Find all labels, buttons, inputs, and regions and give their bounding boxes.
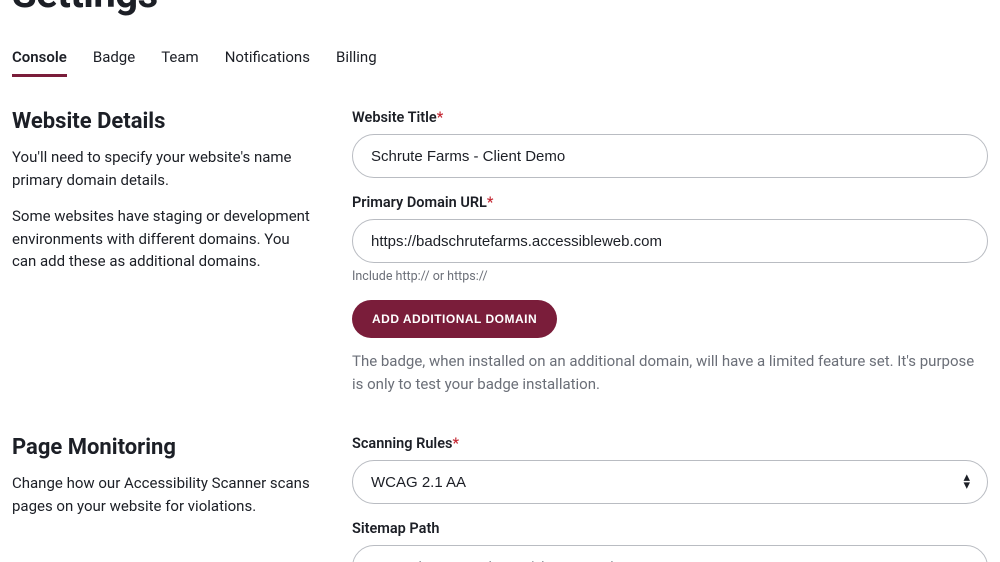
badge-install-note: The badge, when installed on an addition…	[352, 350, 988, 395]
tab-console[interactable]: Console	[12, 48, 67, 77]
tab-billing[interactable]: Billing	[336, 48, 377, 77]
required-mark: *	[487, 194, 494, 211]
scanning-rules-select[interactable]	[352, 460, 988, 504]
primary-domain-input[interactable]	[352, 219, 988, 263]
required-mark: *	[452, 435, 459, 452]
settings-tabs: Console Badge Team Notifications Billing	[12, 48, 988, 77]
website-details-desc2: Some websites have staging or developmen…	[12, 205, 312, 273]
website-details-heading: Website Details	[12, 109, 312, 134]
page-title: Settings	[12, 0, 988, 14]
section-website-details: Website Details You'll need to specify y…	[12, 109, 988, 395]
scanning-rules-label: Scanning Rules*	[352, 435, 988, 452]
page-monitoring-heading: Page Monitoring	[12, 435, 312, 460]
add-additional-domain-button[interactable]: Add Additional Domain	[352, 300, 557, 338]
sitemap-path-label: Sitemap Path	[352, 520, 988, 537]
tab-team[interactable]: Team	[161, 48, 199, 77]
website-title-label: Website Title*	[352, 109, 988, 126]
required-mark: *	[437, 109, 444, 126]
page-monitoring-desc1: Change how our Accessibility Scanner sca…	[12, 472, 312, 517]
primary-domain-hint: Include http:// or https://	[352, 269, 988, 284]
website-title-input[interactable]	[352, 134, 988, 178]
tab-notifications[interactable]: Notifications	[225, 48, 310, 77]
tab-badge[interactable]: Badge	[93, 48, 135, 77]
section-page-monitoring: Page Monitoring Change how our Accessibi…	[12, 435, 988, 562]
sitemap-path-input[interactable]	[352, 545, 988, 562]
primary-domain-label: Primary Domain URL*	[352, 194, 988, 211]
website-details-desc1: You'll need to specify your website's na…	[12, 146, 312, 191]
